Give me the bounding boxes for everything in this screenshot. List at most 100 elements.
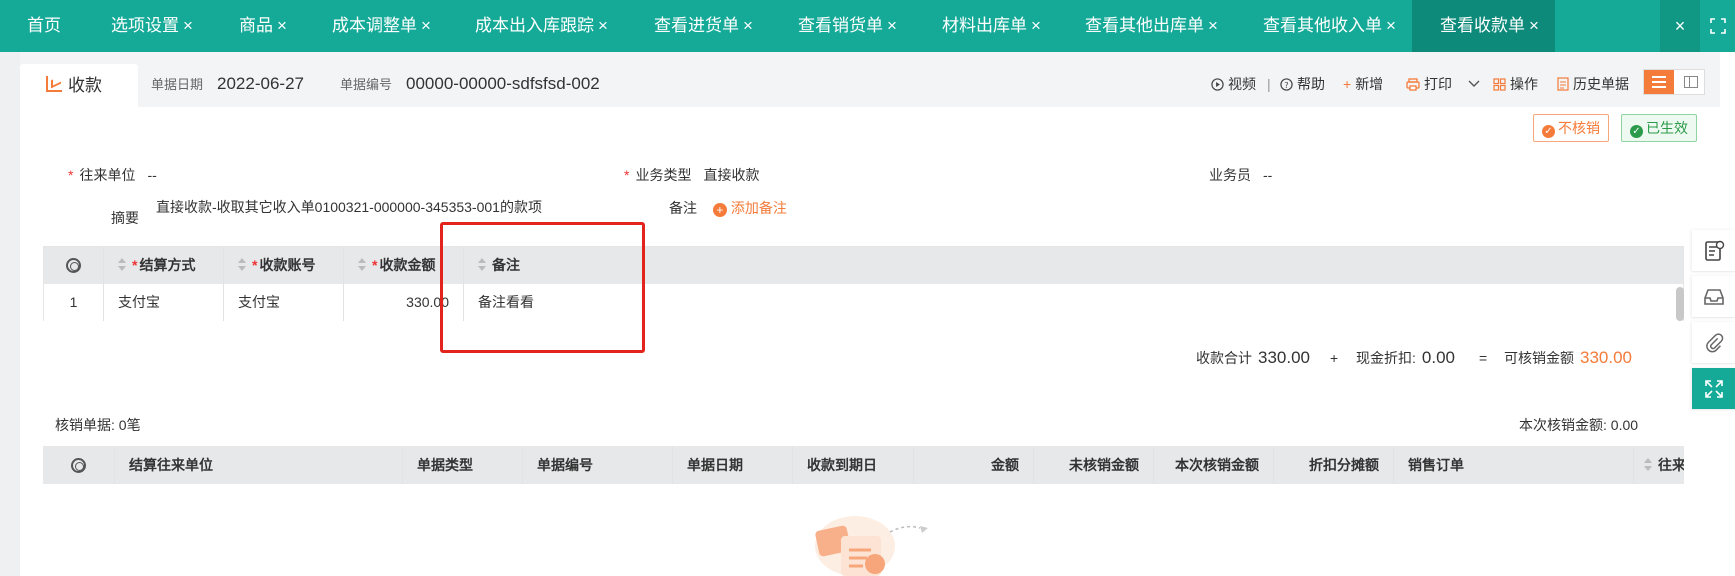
tab-label: 首页: [27, 16, 61, 35]
detail-icon: [1684, 76, 1698, 88]
tab-close-icon[interactable]: ×: [743, 16, 753, 35]
tab-close-icon[interactable]: ×: [1208, 16, 1218, 35]
history-button[interactable]: 历史单据: [1557, 72, 1629, 96]
biz-type-value[interactable]: 直接收款: [703, 167, 759, 183]
partner-value[interactable]: --: [147, 167, 156, 183]
writable-amount: 可核销金额 330.00: [1504, 346, 1632, 370]
required-mark: *: [132, 257, 138, 273]
close-all-tabs-button[interactable]: ×: [1660, 0, 1700, 52]
table-row[interactable]: 1 支付宝 支付宝 330.00 备注看看: [44, 284, 1683, 321]
list-icon: [1652, 76, 1666, 88]
cell-account[interactable]: 支付宝: [224, 284, 344, 321]
empty-box-icon: [815, 516, 928, 576]
ops-label: 操作: [1510, 76, 1538, 92]
add-note-button[interactable]: + 添加备注: [712, 200, 787, 217]
tab-close-icon[interactable]: ×: [421, 16, 431, 35]
column-header-partner[interactable]: 结算往来单位: [115, 446, 403, 484]
tab-purchase[interactable]: 查看进货单 ×: [654, 0, 753, 52]
column-settings-button[interactable]: [44, 247, 104, 284]
cash-discount: 现金折扣: 0.00: [1356, 346, 1455, 370]
cash-discount-value: 0.00: [1421, 348, 1455, 367]
help-label: 帮助: [1297, 76, 1325, 92]
column-header-doc-number[interactable]: 单据编号: [523, 446, 673, 484]
column-header-note[interactable]: 备注: [464, 247, 1685, 284]
settlement-grid-header: * 结算方式 * 收款账号 * 收款金额 备注: [44, 247, 1683, 284]
tab-options[interactable]: 选项设置 ×: [111, 0, 193, 52]
column-header-account[interactable]: * 收款账号: [224, 247, 344, 284]
grid-scrollbar[interactable]: [1676, 287, 1684, 321]
column-header-doc-type[interactable]: 单据类型: [403, 446, 523, 484]
video-button[interactable]: 视频: [1211, 72, 1256, 96]
add-note-label: 添加备注: [730, 200, 787, 216]
no-write-off-button[interactable]: ✓ 不核销: [1533, 114, 1609, 142]
effective-badge[interactable]: ✓ 已生效: [1621, 114, 1697, 142]
write-off-count: 核销单据: 0笔: [55, 417, 141, 433]
left-strip: [0, 52, 20, 576]
printer-icon: [1406, 78, 1420, 91]
tab-close-icon[interactable]: ×: [598, 16, 608, 35]
column-header-current[interactable]: 本次核销金额: [1154, 446, 1274, 484]
column-header-method[interactable]: * 结算方式: [104, 247, 224, 284]
print-button[interactable]: 打印: [1406, 72, 1480, 96]
ops-button[interactable]: 操作: [1493, 72, 1538, 96]
list-view-button[interactable]: [1644, 70, 1674, 94]
cell-note[interactable]: 备注看看: [464, 284, 1685, 321]
column-header-amount[interactable]: 金额: [914, 446, 1034, 484]
cell-method[interactable]: 支付宝: [104, 284, 224, 321]
current-write-off-amount: 本次核销金额: 0.00: [1519, 417, 1639, 433]
fullscreen-button[interactable]: [1700, 0, 1735, 52]
tab-label: 查看收款单: [1440, 16, 1525, 35]
no-write-off-label: 不核销: [1558, 120, 1600, 136]
page-body: 收款 单据日期 2022-06-27 单据编号 00000-00000-sdfsfs…: [0, 52, 1735, 576]
note-field: 备注 + 添加备注: [669, 197, 787, 219]
tab-close-icon[interactable]: ×: [1529, 16, 1539, 35]
rail-inbox-button[interactable]: [1692, 276, 1735, 318]
partner-field: * 往来单位 --: [68, 164, 157, 186]
tab-cost-adjust[interactable]: 成本调整单 ×: [332, 0, 431, 52]
add-button[interactable]: + 新增: [1343, 72, 1383, 96]
partner-label: 往来单位: [79, 167, 136, 183]
received-total-value: 330.00: [1258, 348, 1310, 367]
help-button[interactable]: ? 帮助: [1280, 72, 1325, 96]
tab-other-out[interactable]: 查看其他出库单 ×: [1085, 0, 1218, 52]
tab-material-out[interactable]: 材料出库单 ×: [942, 0, 1041, 52]
rail-expand-button[interactable]: [1692, 368, 1735, 410]
empty-state-illustration: [795, 506, 940, 576]
writable-amount-label: 可核销金额: [1504, 350, 1574, 366]
tab-goods[interactable]: 商品 ×: [239, 0, 287, 52]
tab-label: 查看进货单: [654, 16, 739, 35]
column-header-due-date[interactable]: 收款到期日: [793, 446, 914, 484]
edit-document-icon: [1704, 240, 1724, 261]
chevron-down-icon: [1468, 80, 1480, 87]
tab-home[interactable]: 首页: [27, 0, 61, 52]
tab-close-icon[interactable]: ×: [277, 16, 287, 35]
expand-icon: [1704, 380, 1723, 398]
column-header-doc-date[interactable]: 单据日期: [673, 446, 793, 484]
fullscreen-icon: [1709, 18, 1726, 34]
salesman-field: 业务员 --: [1209, 164, 1272, 186]
tab-close-icon[interactable]: ×: [1386, 16, 1396, 35]
add-label: 新增: [1355, 76, 1384, 92]
tab-close-icon[interactable]: ×: [183, 16, 193, 35]
check-circle-icon: ✓: [1630, 125, 1643, 138]
column-header-sales-order[interactable]: 销售订单: [1394, 446, 1634, 484]
tab-close-icon[interactable]: ×: [1031, 16, 1041, 35]
video-label: 视频: [1228, 76, 1256, 92]
tab-close-icon[interactable]: ×: [887, 16, 897, 35]
note-label: 备注: [669, 200, 697, 216]
detail-view-button[interactable]: [1675, 70, 1705, 94]
tab-cost-tracking[interactable]: 成本出入库跟踪 ×: [475, 0, 608, 52]
tab-sales[interactable]: 查看销货单 ×: [798, 0, 897, 52]
column-header-partner-2[interactable]: 往来: [1634, 446, 1684, 484]
salesman-value[interactable]: --: [1263, 167, 1272, 183]
column-settings-button[interactable]: [43, 446, 115, 484]
rail-attachment-button[interactable]: [1692, 322, 1735, 364]
column-header-unwritten[interactable]: 未核销金额: [1034, 446, 1154, 484]
memo-value[interactable]: 直接收款-收取其它收入单0100321-000000-345353-001的款项: [156, 196, 556, 218]
tab-other-income[interactable]: 查看其他收入单 ×: [1263, 0, 1396, 52]
column-header-discount[interactable]: 折扣分摊额: [1274, 446, 1394, 484]
rail-notes-button[interactable]: [1692, 230, 1735, 272]
received-total: 收款合计 330.00: [1196, 346, 1310, 370]
tab-receipt[interactable]: 查看收款单 ×: [1412, 0, 1555, 52]
required-mark: *: [624, 167, 630, 183]
